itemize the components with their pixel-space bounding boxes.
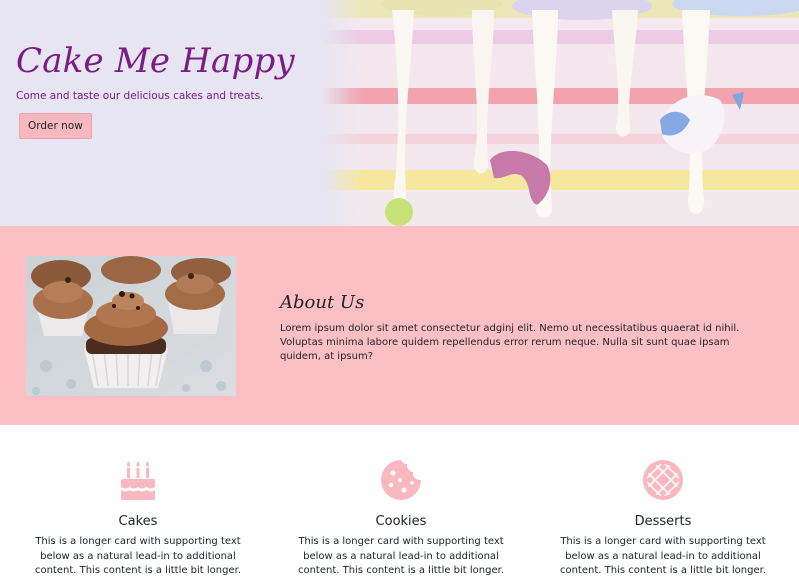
features-section: Cakes This is a longer card with support… [0,425,799,588]
about-title: About Us [280,292,365,313]
about-section: About Us Lorem ipsum dolor sit amet cons… [0,226,799,425]
feature-title: Cakes [118,514,158,529]
about-cupcakes-image [26,256,236,396]
hero-section: Cake Me Happy Come and taste our delicio… [0,0,799,226]
about-text: Lorem ipsum dolor sit amet consectetur a… [280,323,740,362]
hero-subtitle: Come and taste our delicious cakes and t… [16,90,264,102]
cookie-icon [380,459,422,501]
hero-copy: Cake Me Happy Come and taste our delicio… [16,38,316,139]
feature-card-cookies: Cookies This is a longer card with suppo… [283,459,519,579]
hero-cake-image [322,0,799,226]
feature-text: This is a longer card with supporting te… [297,536,505,576]
feature-card-cakes: Cakes This is a longer card with support… [20,459,256,579]
feature-title: Desserts [634,514,692,529]
hero-title: Cake Me Happy [16,41,295,81]
feature-card-desserts: Desserts This is a longer card with supp… [545,459,781,579]
birthday-cake-icon [117,459,159,501]
order-now-button[interactable]: Order now [19,113,92,139]
about-copy: About Us Lorem ipsum dolor sit amet cons… [280,291,750,364]
feature-text: This is a longer card with supporting te… [34,536,242,576]
feature-text: This is a longer card with supporting te… [559,536,767,576]
pie-icon [642,459,684,501]
feature-title: Cookies [375,514,427,529]
